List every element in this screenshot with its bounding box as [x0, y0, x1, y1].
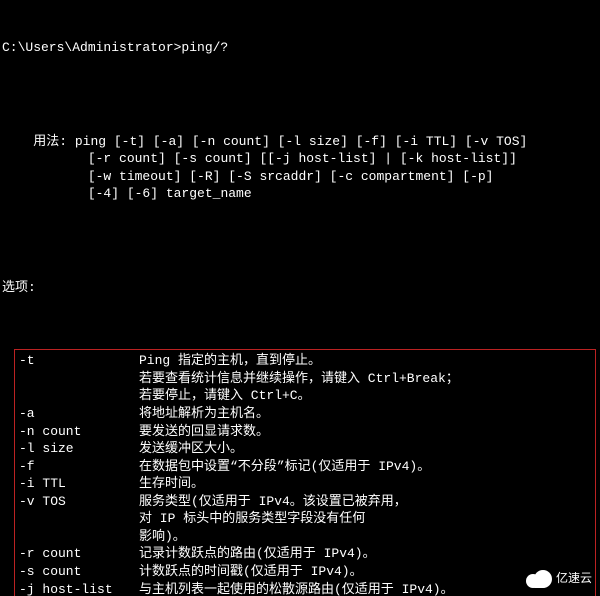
option-flag — [19, 528, 139, 546]
option-flag: -j host-list — [19, 581, 139, 596]
usage-line-3: [-4] [-6] target_name — [49, 186, 252, 201]
option-desc: 记录计数跃点的路由(仅适用于 IPv4)。 — [139, 545, 593, 563]
options-label: 选项: — [2, 279, 600, 297]
option-row: -v TOS服务类型(仅适用于 IPv4。该设置已被弃用， — [19, 493, 593, 511]
option-row-cont: 影响)。 — [19, 528, 593, 546]
watermark-text: 亿速云 — [556, 571, 592, 587]
option-row: -i TTL生存时间。 — [19, 475, 593, 493]
option-flag: -v TOS — [19, 493, 139, 511]
option-desc: 影响)。 — [139, 528, 593, 546]
option-flag — [19, 387, 139, 405]
option-row: -tPing 指定的主机，直到停止。 — [19, 352, 593, 370]
option-flag: -f — [19, 458, 139, 476]
usage-line-0: ping [-t] [-a] [-n count] [-l size] [-f]… — [75, 134, 527, 149]
watermark: 亿速云 — [526, 570, 592, 588]
option-desc: 计数跃点的时间戳(仅适用于 IPv4)。 — [139, 563, 593, 581]
option-row-cont: 若要查看统计信息并继续操作，请键入 Ctrl+Break； — [19, 370, 593, 388]
option-row: -s count计数跃点的时间戳(仅适用于 IPv4)。 — [19, 563, 593, 581]
option-desc: 发送缓冲区大小。 — [139, 440, 593, 458]
option-flag — [19, 370, 139, 388]
option-row: -f在数据包中设置“不分段”标记(仅适用于 IPv4)。 — [19, 458, 593, 476]
option-row-cont: 若要停止，请键入 Ctrl+C。 — [19, 387, 593, 405]
usage-line-1: [-r count] [-s count] [[-j host-list] | … — [49, 151, 517, 166]
option-flag: -n count — [19, 423, 139, 441]
option-row: -j host-list与主机列表一起使用的松散源路由(仅适用于 IPv4)。 — [19, 581, 593, 596]
option-desc: 与主机列表一起使用的松散源路由(仅适用于 IPv4)。 — [139, 581, 593, 596]
command-prompt-line: C:\Users\Administrator>ping/? — [2, 39, 600, 57]
option-desc: 若要停止，请键入 Ctrl+C。 — [139, 387, 593, 405]
usage-label: 用法: — [33, 134, 67, 149]
usage-line-2: [-w timeout] [-R] [-S srcaddr] [-c compa… — [49, 169, 494, 184]
cloud-icon — [526, 570, 552, 588]
options-box: -tPing 指定的主机，直到停止。若要查看统计信息并继续操作，请键入 Ctrl… — [14, 349, 596, 596]
option-row: -a将地址解析为主机名。 — [19, 405, 593, 423]
option-desc: 生存时间。 — [139, 475, 593, 493]
option-desc: 要发送的回显请求数。 — [139, 423, 593, 441]
terminal-output: C:\Users\Administrator>ping/? 用法: ping [… — [0, 0, 600, 596]
option-row: -n count要发送的回显请求数。 — [19, 423, 593, 441]
option-desc: 对 IP 标头中的服务类型字段没有任何 — [139, 510, 593, 528]
option-row: -l size发送缓冲区大小。 — [19, 440, 593, 458]
option-flag: -r count — [19, 545, 139, 563]
option-desc: 若要查看统计信息并继续操作，请键入 Ctrl+Break； — [139, 370, 593, 388]
option-flag: -s count — [19, 563, 139, 581]
option-flag: -a — [19, 405, 139, 423]
option-desc: 在数据包中设置“不分段”标记(仅适用于 IPv4)。 — [139, 458, 593, 476]
option-flag: -t — [19, 352, 139, 370]
option-row: -r count记录计数跃点的路由(仅适用于 IPv4)。 — [19, 545, 593, 563]
option-row-cont: 对 IP 标头中的服务类型字段没有任何 — [19, 510, 593, 528]
option-flag: -i TTL — [19, 475, 139, 493]
option-flag: -l size — [19, 440, 139, 458]
usage-block: 用法: ping [-t] [-a] [-n count] [-l size] … — [2, 115, 600, 220]
option-desc: 服务类型(仅适用于 IPv4。该设置已被弃用， — [139, 493, 593, 511]
option-desc: 将地址解析为主机名。 — [139, 405, 593, 423]
option-desc: Ping 指定的主机，直到停止。 — [139, 352, 593, 370]
option-flag — [19, 510, 139, 528]
